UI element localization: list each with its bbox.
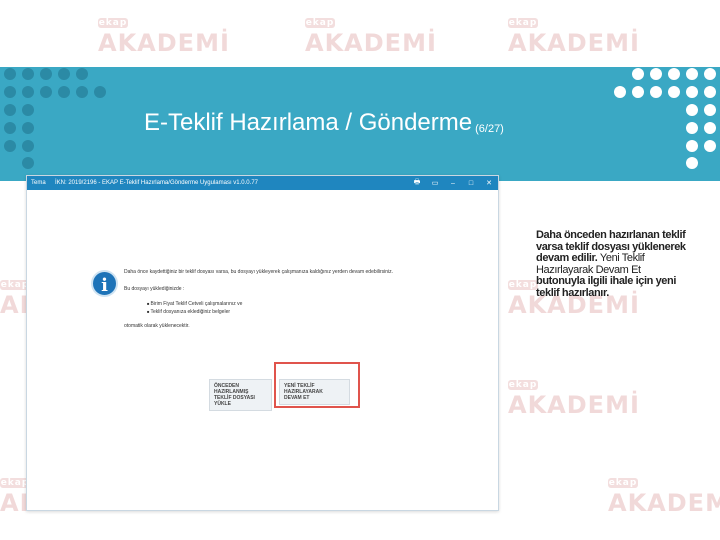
decorative-dot	[686, 86, 698, 98]
decorative-dot	[686, 157, 698, 169]
message-line-2: Bu dosyayı yüklediğinizde :	[124, 286, 185, 292]
decorative-dot	[650, 86, 662, 98]
message-line-3: otomatik olarak yüklenecektir.	[124, 323, 190, 329]
load-prepared-file-button[interactable]: ÖNCEDEN HAZIRLANMIŞ TEKLİF DOSYASI YÜKLE	[209, 379, 272, 411]
decorative-dot	[632, 68, 644, 80]
decorative-dot	[668, 86, 680, 98]
decorative-dot	[668, 68, 680, 80]
watermark: ekapAKADEMİ	[508, 380, 640, 419]
decorative-dot	[704, 140, 716, 152]
decorative-dot	[22, 68, 34, 80]
decorative-dot	[686, 140, 698, 152]
watermark: ekapAKADEMİ	[608, 478, 720, 517]
decorative-dot	[704, 122, 716, 134]
decorative-dot	[22, 157, 34, 169]
decorative-dot	[58, 86, 70, 98]
watermark: ekapAKADEMİ	[305, 18, 437, 57]
watermark: ekapAKADEMİ	[508, 18, 640, 57]
app-name: Tema	[31, 180, 46, 186]
decorative-dot	[614, 86, 626, 98]
minimize-icon[interactable]: –	[444, 180, 462, 187]
window-titlebar: Tema İKN: 2019/2196 - EKAP E-Teklif Hazı…	[27, 176, 498, 190]
decorative-dot	[686, 104, 698, 116]
side-note-bold-2: butonuyla ilgili ihale için yeni teklif …	[536, 275, 677, 299]
decorative-dot	[94, 86, 106, 98]
decorative-dot	[58, 68, 70, 80]
info-icon: i	[91, 270, 118, 297]
message-line-1: Daha önce kaydettiğiniz bir teklif dosya…	[124, 269, 394, 275]
decorative-dot	[4, 104, 16, 116]
decorative-dot	[22, 140, 34, 152]
load-button-line-2: TEKLİF DOSYASI YÜKLE	[214, 395, 255, 407]
side-note: Daha önceden hazırlanan teklif varsa tek…	[536, 229, 686, 299]
window-caption: İKN: 2019/2196 - EKAP E-Teklif Hazırlama…	[55, 180, 258, 186]
decorative-dot	[22, 86, 34, 98]
decorative-dot	[76, 68, 88, 80]
decorative-dot	[22, 104, 34, 116]
bullet-item: Teklif dosyanıza eklediğiniz belgeler	[147, 309, 231, 315]
decorative-dot	[4, 122, 16, 134]
decorative-dot	[4, 86, 16, 98]
bullet-item: Birim Fiyat Teklif Cetveli çalışmalarını…	[147, 301, 243, 307]
decorative-dot	[22, 122, 34, 134]
decorative-dot	[632, 86, 644, 98]
highlight-frame	[274, 362, 360, 408]
decorative-dot	[686, 122, 698, 134]
decorative-dot	[40, 68, 52, 80]
slide-title: E-Teklif Hazırlama / Gönderme (6/27)	[144, 109, 504, 137]
decorative-dot	[4, 140, 16, 152]
page-number: (6/27)	[475, 123, 504, 135]
print-icon[interactable]: 🖶	[408, 178, 426, 189]
decorative-dot	[4, 68, 16, 80]
decorative-dot	[76, 86, 88, 98]
slide-title-text: E-Teklif Hazırlama / Gönderme	[144, 109, 473, 136]
decorative-dot	[40, 86, 52, 98]
decorative-dot	[704, 86, 716, 98]
restore-icon[interactable]: ▭	[426, 179, 444, 187]
watermark: ekapAKADEMİ	[98, 18, 230, 57]
decorative-dot	[704, 68, 716, 80]
decorative-dot	[704, 104, 716, 116]
decorative-dot	[686, 68, 698, 80]
decorative-dot	[650, 68, 662, 80]
maximize-icon[interactable]: □	[462, 180, 480, 187]
load-button-line-1: ÖNCEDEN HAZIRLANMIŞ	[214, 383, 249, 395]
app-window: Tema İKN: 2019/2196 - EKAP E-Teklif Hazı…	[26, 175, 499, 511]
close-icon[interactable]: ✕	[480, 179, 498, 187]
